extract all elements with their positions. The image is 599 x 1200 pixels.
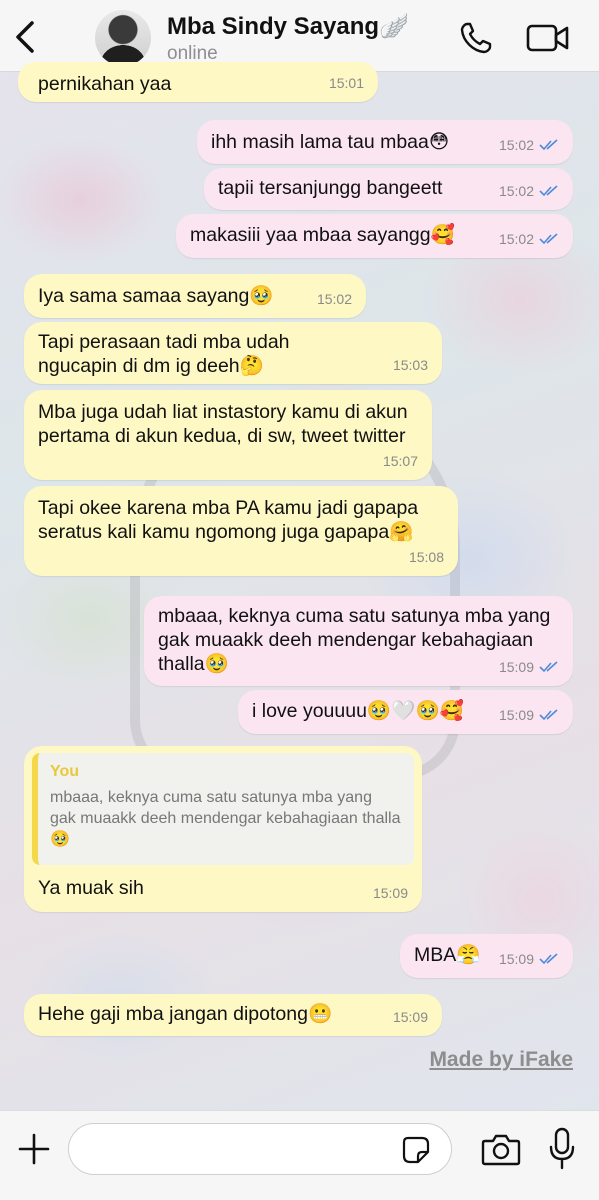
message-time: 15:01 — [328, 75, 364, 91]
message-time: 15:02 — [498, 183, 534, 199]
read-ticks-icon — [539, 953, 558, 965]
message-text: makasiii yaa mbaa sayangg🥰 — [190, 224, 455, 246]
message-time: 15:03 — [392, 357, 428, 373]
message-text: pernikahan yaa — [38, 73, 172, 95]
message-text: Iya sama samaa sayang🥹 — [38, 285, 274, 307]
message-bubble-outgoing[interactable]: MBA😤 15:09 — [400, 934, 573, 978]
message-time: 15:09 — [498, 707, 534, 723]
message-bubble-incoming[interactable]: Tapi perasaan tadi mba udah ngucapin di … — [24, 322, 442, 384]
video-call-icon[interactable] — [526, 22, 570, 54]
message-time: 15:02 — [498, 231, 534, 247]
message-time: 15:02 — [498, 137, 534, 153]
message-text: Tapi okee karena mba PA kamu jadi gapapa… — [38, 497, 424, 543]
sticker-icon[interactable] — [402, 1136, 430, 1164]
message-bubble-incoming[interactable]: Tapi okee karena mba PA kamu jadi gapapa… — [24, 486, 458, 576]
phone-icon[interactable] — [458, 20, 494, 56]
message-time: 15:08 — [408, 549, 444, 565]
read-ticks-icon — [539, 661, 558, 673]
message-input[interactable] — [68, 1123, 452, 1175]
message-text: ihh masih lama tau mbaa😳 — [211, 131, 450, 153]
message-bubble-outgoing[interactable]: ihh masih lama tau mbaa😳 15:02 — [197, 120, 573, 164]
read-ticks-icon — [539, 233, 558, 245]
message-text: Ya muak sih — [38, 877, 144, 899]
message-time: 15:02 — [316, 291, 352, 307]
message-text: Hehe gaji mba jangan dipotong😬 — [38, 1003, 333, 1025]
read-ticks-icon — [539, 139, 558, 151]
contact-avatar[interactable] — [95, 10, 151, 66]
message-text: MBA😤 — [414, 944, 481, 966]
message-bubble-incoming[interactable]: Mba juga udah liat instastory kamu di ak… — [24, 390, 432, 480]
quoted-message[interactable]: You mbaaa, keknya cuma satu satunya mba … — [32, 753, 414, 865]
read-ticks-icon — [539, 185, 558, 197]
message-bubble-incoming[interactable]: Hehe gaji mba jangan dipotong😬 15:09 — [24, 994, 442, 1036]
message-time: 15:09 — [498, 951, 534, 967]
message-time: 15:09 — [498, 659, 534, 675]
message-bubble-outgoing[interactable]: mbaaa, keknya cuma satu satunya mba yang… — [144, 596, 573, 686]
camera-icon[interactable] — [481, 1132, 521, 1166]
message-time: 15:09 — [392, 1009, 428, 1025]
message-bubble-outgoing[interactable]: makasiii yaa mbaa sayangg🥰 15:02 — [176, 214, 573, 258]
message-time: 15:07 — [382, 453, 418, 469]
message-bubble-incoming[interactable]: pernikahan yaa 15:01 — [18, 62, 378, 102]
microphone-icon[interactable] — [548, 1127, 576, 1171]
composer-bar — [0, 1110, 599, 1200]
watermark: Made by iFake — [429, 1048, 573, 1071]
quoted-text: mbaaa, keknya cuma satu satunya mba yang… — [50, 789, 401, 848]
contact-name[interactable]: Mba Sindy Sayang🪽 — [167, 12, 409, 41]
message-text: Mba juga udah liat instastory kamu di ak… — [38, 401, 414, 447]
message-bubble-outgoing[interactable]: tapii tersanjungg bangeett 15:02 — [204, 168, 573, 210]
read-ticks-icon — [539, 709, 558, 721]
message-bubble-incoming[interactable]: Iya sama samaa sayang🥹 15:02 — [24, 274, 366, 318]
message-text: i love youuuu🥹🤍🥹🥰 — [252, 700, 465, 722]
message-time: 15:09 — [372, 885, 408, 901]
plus-icon[interactable] — [16, 1131, 52, 1167]
message-bubble-outgoing[interactable]: i love youuuu🥹🤍🥹🥰 15:09 — [238, 690, 573, 734]
message-text: Tapi perasaan tadi mba udah ngucapin di … — [38, 331, 295, 377]
quoted-author: You — [50, 763, 80, 780]
chevron-left-icon[interactable] — [12, 20, 38, 54]
message-text: tapii tersanjungg bangeett — [218, 177, 443, 199]
